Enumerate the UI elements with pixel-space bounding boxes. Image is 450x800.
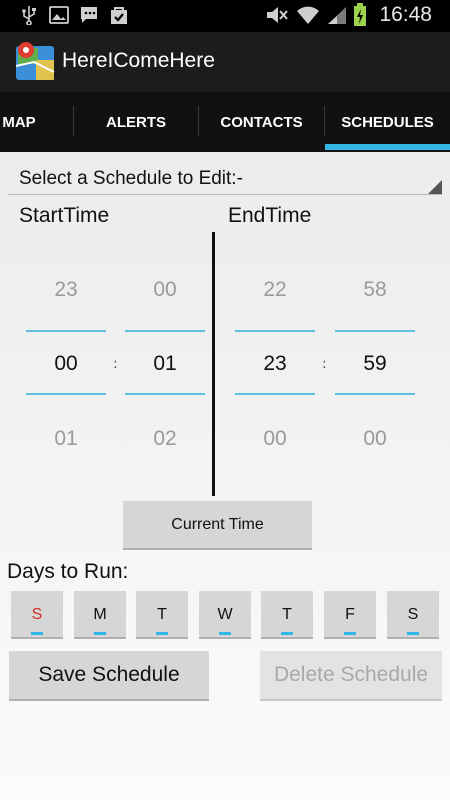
picker-divider xyxy=(125,330,205,332)
schedule-select-spinner[interactable]: Select a Schedule to Edit:- xyxy=(8,162,442,195)
end-minute-value[interactable]: 59 xyxy=(335,352,415,376)
day-toggle-thursday[interactable]: T xyxy=(261,591,313,639)
start-minute-prev[interactable]: 00 xyxy=(125,278,205,302)
tab-contacts-label: CONTACTS xyxy=(220,113,303,131)
tab-alerts[interactable]: ALERTS xyxy=(74,92,198,152)
tab-map-label: MAP xyxy=(2,113,36,131)
clock-time: 16:48 xyxy=(379,3,432,26)
end-time-colon: : xyxy=(322,356,327,372)
picker-divider xyxy=(125,393,205,395)
signal-icon xyxy=(326,4,348,26)
usb-icon xyxy=(18,4,40,26)
battery-charging-icon xyxy=(352,3,368,26)
day-indicator xyxy=(156,632,168,635)
store-bag-icon xyxy=(108,4,130,26)
delete-schedule-button[interactable]: Delete Schedule xyxy=(260,651,442,701)
end-minute-next[interactable]: 00 xyxy=(335,427,415,451)
start-time-colon: : xyxy=(113,356,118,372)
end-time-label: EndTime xyxy=(228,204,312,227)
tab-schedules[interactable]: SCHEDULES xyxy=(325,92,450,152)
day-indicator xyxy=(31,632,43,635)
start-minute-next[interactable]: 02 xyxy=(125,427,205,451)
day-letter: T xyxy=(157,606,167,623)
day-toggle-tuesday[interactable]: T xyxy=(136,591,188,639)
end-hour-next[interactable]: 00 xyxy=(235,427,315,451)
wifi-icon xyxy=(296,4,320,26)
tab-alerts-label: ALERTS xyxy=(106,113,166,131)
days-to-run-label: Days to Run: xyxy=(7,560,129,583)
day-indicator xyxy=(94,632,106,635)
day-letter: W xyxy=(217,606,233,623)
day-toggle-monday[interactable]: M xyxy=(74,591,126,639)
time-divider xyxy=(212,232,215,496)
action-bar: HereIComeHere xyxy=(0,32,450,92)
dropdown-corner-icon xyxy=(428,180,442,194)
picker-divider xyxy=(26,393,106,395)
day-toggle-sunday[interactable]: S xyxy=(11,591,63,639)
day-letter: F xyxy=(345,606,355,623)
day-letter: S xyxy=(407,606,419,623)
selected-tab-indicator xyxy=(325,144,450,150)
tab-contacts[interactable]: CONTACTS xyxy=(199,92,324,152)
app-title: HereIComeHere xyxy=(62,49,215,72)
start-hour-next[interactable]: 01 xyxy=(26,427,106,451)
day-indicator xyxy=(344,632,356,635)
start-time-label: StartTime xyxy=(19,204,110,227)
messenger-icon xyxy=(78,4,100,26)
day-indicator xyxy=(281,632,293,635)
schedule-select-label: Select a Schedule to Edit:- xyxy=(19,168,243,189)
picker-divider xyxy=(235,393,315,395)
day-toggle-friday[interactable]: F xyxy=(324,591,376,639)
picker-divider xyxy=(26,330,106,332)
tab-bar: MAP ALERTS CONTACTS SCHEDULES xyxy=(0,92,450,152)
end-hour-value[interactable]: 23 xyxy=(235,352,315,376)
tab-schedules-label: SCHEDULES xyxy=(341,113,434,131)
save-schedule-button[interactable]: Save Schedule xyxy=(9,651,209,701)
day-indicator xyxy=(407,632,419,635)
day-letter: M xyxy=(93,606,107,623)
mute-icon xyxy=(264,4,290,26)
picker-divider xyxy=(335,330,415,332)
end-hour-prev[interactable]: 22 xyxy=(235,278,315,302)
day-letter: S xyxy=(31,606,43,623)
day-toggle-saturday[interactable]: S xyxy=(387,591,439,639)
schedule-editor xyxy=(0,152,450,800)
start-minute-value[interactable]: 01 xyxy=(125,352,205,376)
picture-icon xyxy=(48,4,70,26)
picker-divider xyxy=(235,330,315,332)
picker-divider xyxy=(335,393,415,395)
tab-map[interactable]: MAP xyxy=(0,92,60,152)
day-toggle-wednesday[interactable]: W xyxy=(199,591,251,639)
start-hour-value[interactable]: 00 xyxy=(26,352,106,376)
current-time-button[interactable]: Current Time xyxy=(123,501,312,550)
start-hour-prev[interactable]: 23 xyxy=(26,278,106,302)
app-logo-icon xyxy=(14,40,58,84)
day-letter: T xyxy=(282,606,292,623)
day-indicator xyxy=(219,632,231,635)
end-minute-prev[interactable]: 58 xyxy=(335,278,415,302)
status-bar: 16:48 xyxy=(0,0,450,32)
